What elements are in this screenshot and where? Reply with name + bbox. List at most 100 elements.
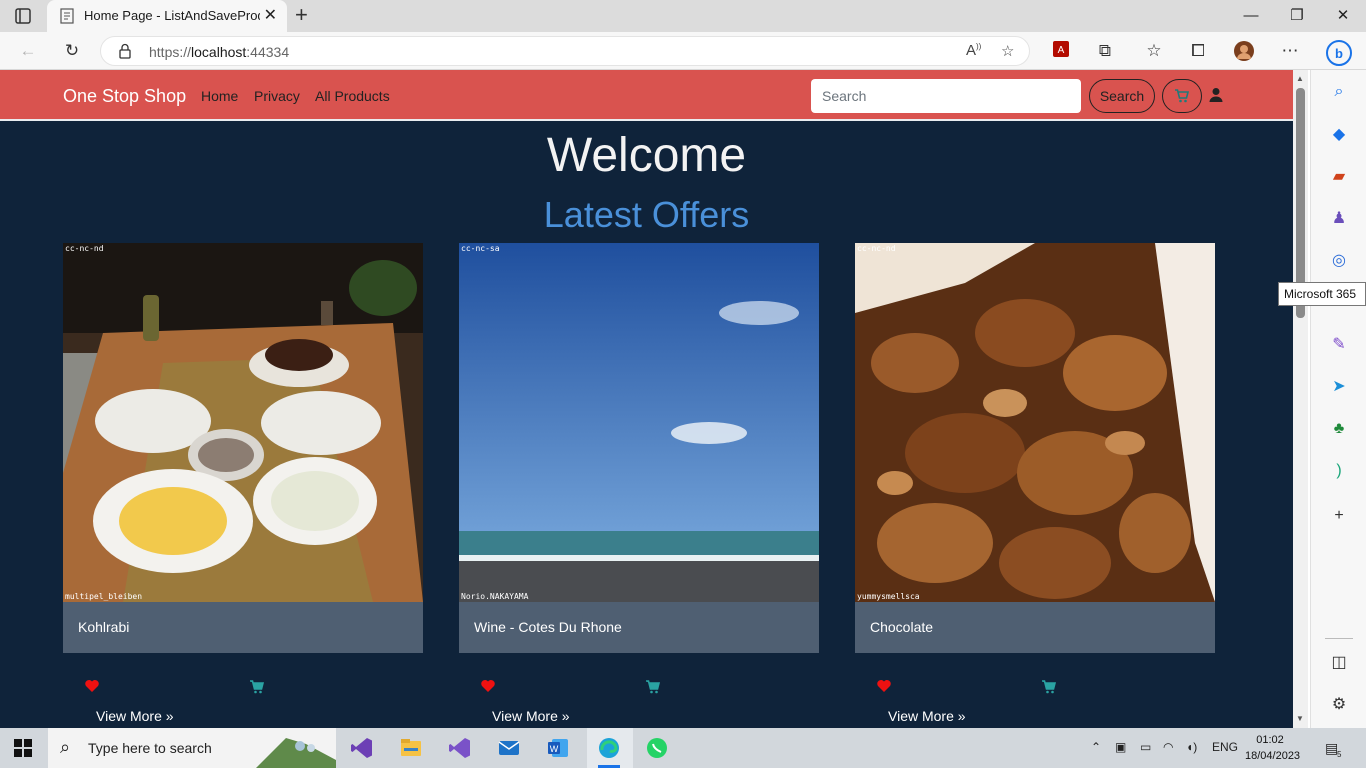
notification-count: 5 [1337, 750, 1342, 759]
close-tab-icon[interactable]: ✕ [264, 7, 277, 25]
collections-icon[interactable]: ⧠ [1187, 40, 1209, 62]
cart-button[interactable] [1162, 79, 1202, 113]
browser-tab-active[interactable]: Home Page - ListAndSaveProduc ✕ [47, 0, 287, 32]
wifi-icon[interactable]: ◠ [1163, 740, 1173, 754]
product-image[interactable]: cc-nc-nd multipel_bleiben [63, 243, 423, 602]
sidebar-settings-icon[interactable]: ⚙ [1329, 695, 1349, 715]
product-card[interactable]: cc-nc-nd yummysmellsca Chocolate [855, 243, 1215, 653]
shopping-tag-icon[interactable]: ◆ [1329, 125, 1349, 145]
taskbar-search-box[interactable]: ⌕ Type here to search [48, 728, 336, 768]
browser-toolbar: ← ↻ https://localhost:44334 A)) ☆ A ⧉ ☆ … [0, 32, 1366, 70]
svg-text:W: W [550, 744, 559, 754]
web-page: One Stop Shop Home Privacy All Products … [0, 70, 1293, 728]
scroll-down-icon[interactable]: ▼ [1296, 714, 1304, 723]
bing-chat-icon[interactable]: b [1326, 40, 1352, 66]
lock-icon[interactable] [119, 43, 131, 59]
search-icon[interactable]: ⌕ [1329, 82, 1349, 102]
welcome-heading: Welcome [546, 129, 747, 182]
product-image[interactable]: cc-nc-sa Norio.NAKAYAMA [459, 243, 819, 602]
pdf-extension-icon[interactable]: A [1050, 40, 1072, 62]
whatsapp-icon[interactable] [645, 736, 669, 760]
tools-icon[interactable]: ▰ [1329, 167, 1349, 187]
games-icon[interactable]: ♟ [1329, 209, 1349, 229]
mail-icon[interactable] [497, 736, 521, 760]
view-more-link[interactable]: View More » [888, 708, 966, 724]
address-bar[interactable]: https://localhost:44334 A)) ☆ [100, 36, 1030, 66]
add-to-cart-icon[interactable] [1041, 679, 1057, 695]
url-port: :44334 [246, 44, 290, 60]
visual-studio-preview-icon[interactable] [448, 736, 472, 760]
url-host: localhost [191, 44, 247, 60]
minimize-window-icon[interactable]: — [1241, 6, 1261, 26]
add-favorite-icon[interactable]: ☆ [1001, 42, 1014, 60]
image-credit-label: multipel_bleiben [65, 592, 143, 601]
settings-menu-icon[interactable]: ⋯ [1279, 40, 1301, 62]
windows-taskbar: ⌕ Type here to search W ⌃ ▣ ▭ ◠ ◖) ENG 0… [0, 728, 1366, 768]
refresh-icon[interactable]: ↻ [61, 40, 83, 62]
nav-home[interactable]: Home [201, 88, 238, 104]
show-hidden-icons[interactable]: ⌃ [1091, 740, 1101, 754]
scroll-up-icon[interactable]: ▲ [1296, 74, 1304, 83]
back-arrow-icon[interactable]: ← [17, 40, 39, 62]
view-more-link[interactable]: View More » [492, 708, 570, 724]
edge-browser-icon[interactable] [597, 736, 621, 760]
restore-window-icon[interactable]: ❐ [1287, 6, 1307, 26]
nav-privacy[interactable]: Privacy [254, 88, 300, 104]
search-button[interactable]: Search [1089, 79, 1155, 113]
microsoft-365-icon[interactable]: ◎ [1329, 251, 1349, 271]
url-text[interactable]: https://localhost:44334 [149, 44, 289, 60]
view-more-link[interactable]: View More » [96, 708, 174, 724]
search-icon: ⌕ [60, 737, 71, 757]
image-credit-label: yummysmellsca [857, 592, 920, 601]
tab-title: Home Page - ListAndSaveProduc [84, 8, 260, 23]
search-input[interactable] [811, 79, 1081, 113]
site-navbar: One Stop Shop Home Privacy All Products … [0, 70, 1293, 121]
heart-icon[interactable] [84, 678, 100, 694]
read-aloud-icon[interactable]: A)) [966, 42, 981, 59]
extensions-icon[interactable]: ⧉ [1094, 40, 1116, 62]
designer-icon[interactable]: ✎ [1329, 335, 1349, 355]
clock-date: 18/04/2023 [1245, 750, 1301, 762]
product-card[interactable]: cc-nc-nd multipel_bleiben Kohlrabi [63, 243, 423, 653]
visual-studio-icon[interactable] [350, 736, 374, 760]
browser-tab-strip: Home Page - ListAndSaveProduc ✕ + — ❐ ✕ [0, 0, 1366, 32]
product-title[interactable]: Wine - Cotes Du Rhone [474, 619, 622, 635]
user-icon[interactable] [1208, 87, 1224, 103]
add-icon[interactable]: + [1329, 506, 1349, 526]
sidebar-toggle-icon[interactable]: ◫ [1329, 653, 1349, 673]
word-icon[interactable]: W [546, 736, 570, 760]
tree-icon[interactable]: ♣ [1329, 419, 1349, 439]
heart-icon[interactable] [876, 678, 892, 694]
meet-now-icon[interactable]: ▣ [1115, 740, 1126, 754]
battery-icon[interactable]: ▭ [1140, 740, 1151, 754]
product-image[interactable]: cc-nc-nd yummysmellsca [855, 243, 1215, 602]
spiral-icon[interactable]: ) [1329, 461, 1349, 481]
nav-all-products[interactable]: All Products [315, 88, 390, 104]
image-license-label: cc-nc-nd [857, 244, 896, 253]
svg-text:A: A [1058, 45, 1065, 56]
profile-avatar[interactable] [1233, 40, 1255, 62]
heart-icon[interactable] [480, 678, 496, 694]
favorites-icon[interactable]: ☆ [1143, 40, 1165, 62]
file-explorer-icon[interactable] [399, 736, 423, 760]
image-license-label: cc-nc-nd [65, 244, 104, 253]
new-tab-icon[interactable]: + [295, 4, 308, 26]
volume-icon[interactable]: ◖) [1186, 740, 1197, 754]
tab-actions-icon[interactable] [14, 7, 32, 25]
product-card[interactable]: cc-nc-sa Norio.NAKAYAMA Wine - Cotes Du … [459, 243, 819, 653]
add-to-cart-icon[interactable] [249, 679, 265, 695]
product-title[interactable]: Chocolate [870, 619, 933, 635]
page-favicon-icon [60, 8, 74, 24]
add-to-cart-icon[interactable] [645, 679, 661, 695]
close-window-icon[interactable]: ✕ [1333, 6, 1353, 26]
svg-text:b: b [1335, 46, 1343, 61]
product-title[interactable]: Kohlrabi [78, 619, 129, 635]
taskbar-clock[interactable]: 01:02 18/04/2023 [1245, 732, 1301, 764]
send-icon[interactable]: ➤ [1329, 377, 1349, 397]
page-scrollbar[interactable]: ▲ ▼ [1293, 70, 1308, 728]
site-brand[interactable]: One Stop Shop [63, 86, 186, 107]
windows-start-icon[interactable] [14, 739, 32, 757]
language-indicator[interactable]: ENG [1212, 740, 1238, 754]
taskbar-search-text: Type here to search [88, 740, 212, 756]
search-highlight-image [256, 738, 336, 768]
